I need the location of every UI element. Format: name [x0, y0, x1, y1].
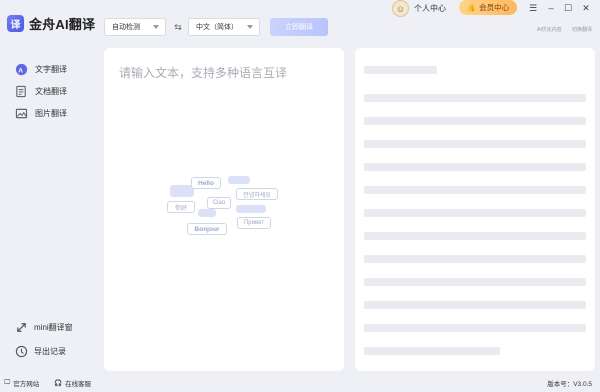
export-history-icon — [15, 345, 28, 358]
headset-icon: 🎧 — [54, 380, 63, 387]
sidebar-item-label: 文字翻译 — [35, 65, 67, 74]
skeleton-line — [364, 117, 586, 125]
languages-illustration: Hello 你好 Ciao 안녕하세요 Bonjour Привет — [164, 173, 284, 248]
sidebar-item-label: 文档翻译 — [35, 87, 67, 96]
logo-icon: 译 — [7, 15, 24, 32]
vip-center-button[interactable]: 👍 会员中心 — [459, 0, 517, 15]
skeleton-line — [364, 140, 586, 148]
illustration-word-hello: Hello — [191, 177, 221, 189]
export-history-button[interactable]: 导出记录 — [15, 345, 66, 358]
official-website-link[interactable]: 🖵 官方网站 — [4, 378, 39, 388]
status-bar: 🖵 官方网站 🎧 在线客服 版本号：V3.0.5 — [0, 372, 600, 392]
app-logo: 译 金舟AI翻译 — [7, 14, 95, 33]
online-support-link[interactable]: 🎧 在线客服 — [54, 378, 91, 388]
swap-languages-icon[interactable]: ⇆ — [172, 21, 184, 33]
skeleton-line — [364, 301, 586, 309]
skeleton-line — [364, 163, 586, 171]
source-language-value: 自动检测 — [112, 24, 140, 31]
target-language-value: 中文（简体） — [196, 24, 238, 31]
vip-label: 会员中心 — [479, 3, 510, 12]
online-support-label: 在线客服 — [65, 381, 92, 388]
version-label: 版本号： — [547, 381, 574, 388]
skeleton-line — [364, 255, 586, 263]
sidebar-item-document-translate[interactable]: 文档翻译 — [15, 85, 67, 98]
official-website-label: 官方网站 — [13, 381, 40, 388]
thumbs-up-icon: 👍 — [466, 3, 477, 12]
mini-window-icon — [15, 321, 28, 334]
monitor-icon: 🖵 — [4, 379, 11, 386]
illustration-bubble — [236, 205, 266, 213]
maximize-icon[interactable]: ☐ — [562, 2, 574, 14]
illustration-bubble — [198, 209, 216, 217]
image-translate-icon — [15, 107, 28, 120]
chevron-down-icon — [153, 25, 159, 29]
personal-center-link[interactable]: 个人中心 — [414, 3, 446, 14]
sidebar-item-image-translate[interactable]: 图片翻译 — [15, 107, 67, 120]
skeleton-line — [364, 232, 586, 240]
mini-window-label: mini翻译窗 — [34, 323, 73, 332]
skeleton-line — [364, 94, 586, 102]
mini-window-button[interactable]: mini翻译窗 — [15, 321, 73, 334]
input-placeholder[interactable]: 请输入文本，支持多种语言互译 — [119, 64, 287, 81]
minimize-icon[interactable]: – — [545, 2, 557, 14]
illustration-word-privet: Привет — [237, 217, 271, 229]
sidebar-item-text-translate[interactable]: A 文字翻译 — [15, 63, 67, 76]
skeleton-line — [364, 209, 586, 217]
input-panel[interactable]: 请输入文本，支持多种语言互译 Hello 你好 Ciao 안녕하세요 Bonjo… — [104, 48, 344, 371]
text-translate-icon: A — [15, 63, 28, 76]
version-number: V3.0.5 — [573, 381, 592, 388]
svg-text:A: A — [18, 67, 23, 74]
illustration-word-ciao: Ciao — [207, 197, 231, 209]
skeleton-line — [364, 347, 500, 355]
skeleton-line — [364, 324, 586, 332]
translate-button[interactable]: 立即翻译 — [270, 18, 328, 36]
source-language-select[interactable]: 自动检测 — [104, 18, 166, 36]
switch-translate-link[interactable]: 切换翻译 — [572, 26, 592, 33]
illustration-word-annyeong: 안녕하세요 — [236, 188, 278, 200]
sidebar: 译 金舟AI翻译 A 文字翻译 文档翻译 图片翻译 mini翻译窗 导出记录 — [0, 0, 98, 372]
version-info: 版本号：V3.0.5 — [547, 378, 592, 388]
illustration-bubble — [228, 176, 250, 184]
skeleton-line — [364, 66, 437, 74]
export-history-label: 导出记录 — [34, 347, 66, 356]
skeleton-line — [364, 278, 586, 286]
close-icon[interactable]: ✕ — [580, 2, 592, 14]
document-translate-icon — [15, 85, 28, 98]
sidebar-item-label: 图片翻译 — [35, 109, 67, 118]
app-name: 金舟AI翻译 — [29, 17, 96, 32]
menu-icon[interactable]: ☰ — [527, 2, 539, 14]
skeleton-line — [364, 186, 586, 194]
target-language-select[interactable]: 中文（简体） — [188, 18, 260, 36]
output-panel — [355, 48, 595, 371]
illustration-word-nihao: 你好 — [167, 201, 195, 213]
avatar[interactable]: ☺ — [392, 0, 409, 17]
ai-optimize-link[interactable]: AI优化内容 — [537, 26, 562, 33]
chevron-down-icon — [247, 25, 253, 29]
illustration-word-bonjour: Bonjour — [187, 223, 227, 235]
